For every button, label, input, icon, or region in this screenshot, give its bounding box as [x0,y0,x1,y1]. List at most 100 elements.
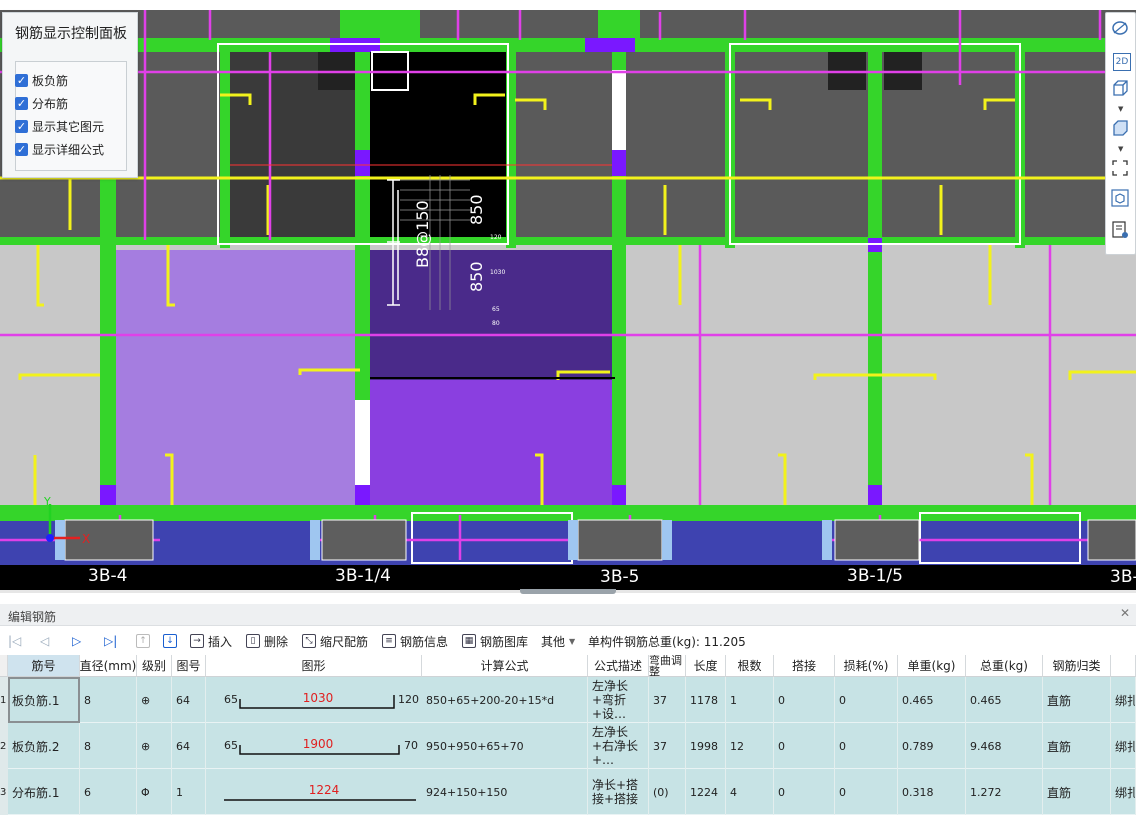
fullscreen-icon[interactable] [1111,159,1133,181]
col-header[interactable]: 损耗(%) [835,655,898,677]
cell-lap[interactable]: 0 [774,723,835,769]
cell-formula[interactable]: 950+950+65+70 [422,723,588,769]
table-row[interactable]: 3 分布筋.1 6 Φ 1 1224 924+150+150 净长+搭接+搭接 … [0,769,1136,815]
move-down-icon[interactable]: ↓ [163,633,181,649]
editor-toolbar: |◁ ◁ ▷ ▷| ↑ ↓ → 插入 ▯ 删除 ⤡ 缩尺配筋 ≡ 钢筋信息 ▦ 钢筋图库 … [0,628,1136,654]
splitter-grip[interactable] [520,589,616,594]
cell-total-weight[interactable]: 0.465 [966,677,1043,723]
cell-loss[interactable]: 0 [835,769,898,815]
cell-count[interactable]: 1 [726,677,774,723]
next-record-icon[interactable]: ▷ [72,633,81,649]
checkbox-icon[interactable]: ✓ [15,142,28,156]
orbit-icon[interactable] [1111,19,1133,41]
cell-extra[interactable]: 绑扎 [1111,723,1136,769]
3d-box-icon[interactable] [1111,79,1133,101]
cell-length[interactable]: 1998 [686,723,726,769]
cell-unit-weight[interactable]: 0.789 [898,723,966,769]
list-view-icon[interactable] [1111,221,1133,243]
cell-lap[interactable]: 0 [774,677,835,723]
cell-total-weight[interactable]: 1.272 [966,769,1043,815]
cell-grade[interactable]: ⊕ [137,677,172,723]
col-header[interactable]: 钢筋归类 [1043,655,1111,677]
move-up-icon[interactable]: ↑ [136,633,154,649]
cell-grade[interactable]: Φ [137,769,172,815]
cell-length[interactable]: 1178 [686,677,726,723]
cell-length[interactable]: 1224 [686,769,726,815]
col-header[interactable]: 直径(mm) [80,655,137,677]
cell-extra[interactable]: 绑扎 [1111,769,1136,815]
col-header[interactable]: 计算公式 [422,655,588,677]
cell-name[interactable]: 板负筋.2 [8,723,80,769]
cell-loss[interactable]: 0 [835,723,898,769]
cell-name[interactable]: 板负筋.1 [8,677,80,723]
cell-count[interactable]: 12 [726,723,774,769]
cell-fig[interactable]: 1 [172,769,206,815]
cell-total-weight[interactable]: 9.468 [966,723,1043,769]
2d-view-icon[interactable]: 2D [1111,51,1133,73]
cell-extra[interactable]: 绑扎 [1111,677,1136,723]
other-dropdown[interactable]: 其他 ▼ [541,633,575,649]
col-header[interactable]: 级别 [137,655,172,677]
close-icon[interactable]: ✕ [1120,606,1130,620]
checkbox-icon[interactable]: ✓ [15,96,28,110]
cell-bend[interactable]: (0) [649,769,686,815]
cell-bend[interactable]: 37 [649,723,686,769]
option-show-detail-formula[interactable]: ✓ 显示详细公式 [15,139,104,159]
cell-count[interactable]: 4 [726,769,774,815]
cell-fig[interactable]: 64 [172,677,206,723]
col-header[interactable] [1111,655,1136,677]
cell-diameter[interactable]: 8 [80,723,137,769]
col-header[interactable]: 公式描述 [588,655,649,677]
last-record-icon[interactable]: ▷| [104,633,117,649]
cell-grade[interactable]: ⊕ [137,723,172,769]
drawing-canvas[interactable]: 850 850 B8@150 120 1030 65 80 X Y [0,0,1136,590]
cell-desc[interactable]: 左净长+右净长+… [588,723,649,769]
cell-category[interactable]: 直筋 [1043,769,1111,815]
object-view-icon[interactable] [1111,189,1133,211]
cell-desc[interactable]: 净长+搭接+搭接 [588,769,649,815]
col-header[interactable]: 总重(kg) [966,655,1043,677]
rebar-library-button[interactable]: ▦ 钢筋图库 [462,633,528,649]
prev-record-icon[interactable]: ◁ [40,633,49,649]
scale-rebar-button[interactable]: ⤡ 缩尺配筋 [302,633,368,649]
cell-unit-weight[interactable]: 0.465 [898,677,966,723]
option-distribution-rebar[interactable]: ✓ 分布筋 [15,93,68,113]
option-show-other-elements[interactable]: ✓ 显示其它图元 [15,116,104,136]
checkbox-icon[interactable]: ✓ [15,119,28,133]
checkbox-icon[interactable]: ✓ [15,73,28,87]
cad-viewport[interactable]: 850 850 B8@150 120 1030 65 80 X Y 3B-4 3… [0,0,1136,590]
cell-unit-weight[interactable]: 0.318 [898,769,966,815]
cell-formula[interactable]: 850+65+200-20+15*d [422,677,588,723]
option-negative-rebar[interactable]: ✓ 板负筋 [15,70,68,90]
col-header[interactable]: 单重(kg) [898,655,966,677]
cell-shape[interactable]: 1224 [206,769,422,815]
cell-formula[interactable]: 924+150+150 [422,769,588,815]
cell-bend[interactable]: 37 [649,677,686,723]
3d-solid-icon[interactable] [1111,119,1133,141]
insert-button[interactable]: → 插入 [190,633,232,649]
cell-shape[interactable]: 65 1030 120 [206,677,422,723]
first-record-icon[interactable]: |◁ [8,633,21,649]
cell-fig[interactable]: 64 [172,723,206,769]
delete-button[interactable]: ▯ 删除 [246,633,288,649]
cell-diameter[interactable]: 6 [80,769,137,815]
table-row[interactable]: 1 板负筋.1 8 ⊕ 64 65 1030 120 850+65+200-20… [0,677,1136,723]
col-header[interactable]: 长度 [686,655,726,677]
col-header[interactable]: 图号 [172,655,206,677]
col-header[interactable]: 筋号 [8,655,80,677]
cell-diameter[interactable]: 8 [80,677,137,723]
cell-name[interactable]: 分布筋.1 [8,769,80,815]
cell-category[interactable]: 直筋 [1043,723,1111,769]
rebar-spec-label: B8@150 [413,200,432,268]
cell-shape[interactable]: 65 1900 70 [206,723,422,769]
cell-loss[interactable]: 0 [835,677,898,723]
rebar-info-button[interactable]: ≡ 钢筋信息 [382,633,448,649]
cell-lap[interactable]: 0 [774,769,835,815]
cell-category[interactable]: 直筋 [1043,677,1111,723]
table-row[interactable]: 2 板负筋.2 8 ⊕ 64 65 1900 70 950+950+65+70 … [0,723,1136,769]
col-header[interactable]: 根数 [726,655,774,677]
col-header[interactable]: 搭接 [774,655,835,677]
col-header[interactable]: 图形 [206,655,422,677]
col-header[interactable]: 弯曲调整 [649,655,686,677]
cell-desc[interactable]: 左净长+弯折+设… [588,677,649,723]
